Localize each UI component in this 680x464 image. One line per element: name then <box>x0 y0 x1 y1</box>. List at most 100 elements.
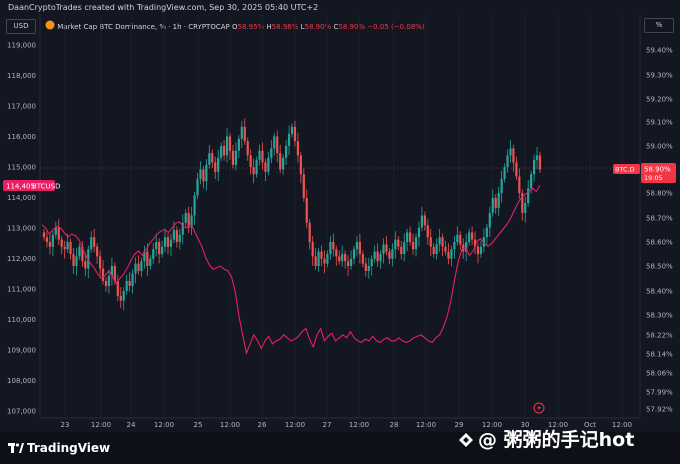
candle-body <box>166 237 170 247</box>
candle-body <box>503 167 506 179</box>
candle-body <box>163 237 167 247</box>
candle-body <box>450 249 453 259</box>
candle-body <box>160 246 164 254</box>
candle-body <box>243 126 246 142</box>
candle-body <box>228 136 232 151</box>
candle-body <box>341 254 344 262</box>
candle-body <box>429 237 432 247</box>
left-tick-label: 107,000 <box>7 408 36 416</box>
x-tick-label: 12:00 <box>416 421 436 429</box>
candle-body <box>122 291 125 301</box>
x-tick-label: 12:00 <box>91 421 111 429</box>
candle-body <box>535 155 539 161</box>
candle-body <box>299 155 302 175</box>
candle-body <box>214 162 217 172</box>
candle-body <box>476 246 480 254</box>
candle-body <box>255 160 258 175</box>
candle-body <box>320 251 323 259</box>
left-tick-label: 109,000 <box>7 347 36 355</box>
candle-body <box>75 256 78 266</box>
left-tick-label: 114,000 <box>7 194 36 202</box>
candle-body <box>317 251 320 266</box>
candle-body <box>411 242 415 250</box>
candle-body <box>302 174 305 198</box>
right-tick-label: 57.99% <box>646 389 673 397</box>
candle-body <box>420 215 424 228</box>
candle-body <box>376 251 379 262</box>
candle-body <box>414 237 418 250</box>
candle-body <box>220 146 223 158</box>
candle-body <box>104 281 108 286</box>
candle-body <box>98 256 102 269</box>
left-tick-label: 112,000 <box>7 255 36 263</box>
candle-body <box>290 126 294 134</box>
x-tick-label: 28 <box>390 421 399 429</box>
candle-body <box>497 193 500 208</box>
candle-body <box>134 263 137 274</box>
candle-body <box>397 239 400 247</box>
x-tick-label: 24 <box>127 421 136 429</box>
candle-body <box>456 234 459 242</box>
candle-body <box>270 148 273 158</box>
candle-body <box>45 237 49 242</box>
right-tick-label: 58.80% <box>646 190 673 198</box>
candle-body <box>308 222 311 242</box>
right-tick-label: 58.40% <box>646 288 673 296</box>
candle-body <box>394 239 397 250</box>
candle-body <box>72 254 75 266</box>
candle-body <box>379 254 382 262</box>
candle-body <box>211 153 214 163</box>
candle-body <box>193 195 196 216</box>
candle-body <box>512 148 515 163</box>
price-chart[interactable]: 119,000 118,000 117,000 116,000 115,000 114,0… <box>0 0 680 432</box>
candle-body <box>196 178 199 196</box>
candle-body <box>382 244 385 254</box>
candle-body <box>453 242 456 250</box>
candle-body <box>370 258 373 266</box>
left-tick-label: 115,000 <box>7 164 36 172</box>
candle-body <box>438 237 441 245</box>
candle-body <box>93 237 96 247</box>
lightning-icon[interactable] <box>533 402 545 414</box>
right-percent-axis: 59.40% 59.30% 59.20% 59.10% 59.00% 58.80% 58.7… <box>639 14 673 418</box>
candle-body <box>217 157 220 172</box>
right-tick-label: 59.40% <box>646 47 673 55</box>
candle-body <box>184 213 187 223</box>
candle-body <box>518 176 521 193</box>
candle-body <box>273 136 276 149</box>
right-tick-label: 58.22% <box>646 332 673 340</box>
left-tick-label: 110,000 <box>7 316 36 324</box>
candle-body <box>296 141 300 156</box>
right-tick-label: 58.30% <box>646 312 673 320</box>
left-tick-label: 116,000 <box>7 133 36 141</box>
candle-body <box>264 162 267 172</box>
x-tick-label: 12:00 <box>285 421 305 429</box>
candle-body <box>364 263 367 271</box>
btcusd-tag-label: BTCUSD <box>32 183 61 191</box>
btcusd-line <box>41 184 541 356</box>
watermark-text: @ 粥粥的手记hot <box>478 429 635 451</box>
candle-body <box>485 227 488 238</box>
candle-body <box>107 276 111 286</box>
candle-body <box>530 174 533 189</box>
candle-body <box>54 227 57 235</box>
candle-body <box>311 242 314 257</box>
left-tick-label: 108,000 <box>7 377 36 385</box>
candle-body <box>403 242 406 254</box>
candle-body <box>406 232 409 242</box>
tradingview-logo[interactable]: TradingView <box>8 441 110 455</box>
candle-body <box>323 258 326 264</box>
candle-body <box>202 169 205 182</box>
candle-body <box>426 225 429 238</box>
candle-body <box>246 141 249 156</box>
candle-body <box>346 261 350 266</box>
candle-body <box>258 150 261 161</box>
candle-body <box>279 153 282 170</box>
candle-body <box>491 198 494 213</box>
candle-body <box>158 242 161 254</box>
candle-body <box>131 273 134 286</box>
tradingview-logo-text: TradingView <box>27 441 111 455</box>
candle-body <box>199 169 202 179</box>
candle-body <box>128 281 131 286</box>
right-tick-label: 58.60% <box>646 239 673 247</box>
